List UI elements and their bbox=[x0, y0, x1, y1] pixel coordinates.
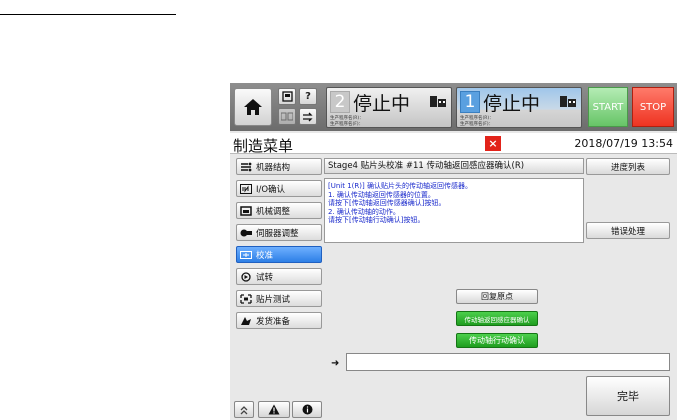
unit-info-icon bbox=[281, 112, 293, 121]
sidebar-item-label: 贴片测试 bbox=[256, 294, 291, 305]
sidebar-item-mechanical-adjust[interactable]: 机械调整 bbox=[236, 202, 322, 219]
command-arrow-icon: ➜ bbox=[331, 358, 340, 369]
step-header: Stage4 贴片头校准 #11 传动轴返回感应器确认(R) bbox=[324, 158, 584, 174]
unit2-program-r: 生产程序名(R)： bbox=[330, 116, 364, 121]
close-button[interactable]: × bbox=[485, 136, 501, 151]
feeder-icon bbox=[560, 96, 576, 107]
error-handling-button[interactable]: 错误处理 bbox=[586, 222, 670, 239]
unit1-program-r: 生产程序名(R)： bbox=[460, 116, 494, 121]
feeder-icon bbox=[430, 96, 446, 107]
io-icon bbox=[240, 183, 252, 194]
trial-run-icon bbox=[241, 271, 251, 282]
instruction-line: 2. 确认传动轴的动作。 bbox=[328, 207, 400, 216]
instruction-panel: [Unit 1(R)] 确认贴片头的传动轴返回传感器。 1. 确认传动轴返回传感… bbox=[324, 178, 584, 243]
app-window: ? 2 停止中 生产程序名(R)： 生产程序名(F)： 1 停止中 生产程序名(… bbox=[230, 83, 677, 420]
sidebar-item-label: 机器结构 bbox=[256, 162, 291, 173]
finish-button[interactable]: 完毕 bbox=[586, 376, 670, 416]
sidebar-menu: 机器结构 I/O确认 机械调整 伺服器调整 校准 试转 贴片测试 发货准备 bbox=[236, 158, 322, 334]
double-chevron-up-icon bbox=[240, 405, 248, 414]
warning-button[interactable] bbox=[258, 401, 290, 418]
return-origin-button[interactable]: 回复原点 bbox=[456, 289, 538, 304]
top-toolbar: ? 2 停止中 生产程序名(R)： 生产程序名(F)： 1 停止中 生产程序名(… bbox=[230, 83, 677, 131]
info-button[interactable] bbox=[292, 401, 322, 418]
info-icon bbox=[302, 404, 312, 415]
servo-icon bbox=[240, 229, 252, 236]
shaft-move-confirm-button[interactable]: 传动轴行动确认 bbox=[456, 333, 538, 348]
sidebar-item-machine-structure[interactable]: 机器结构 bbox=[236, 158, 322, 175]
sidebar-item-shipping-prep[interactable]: 发货准备 bbox=[236, 312, 322, 329]
transfer-icon bbox=[303, 112, 313, 121]
sidebar-item-label: 伺服器调整 bbox=[256, 228, 299, 239]
unit2-number: 2 bbox=[330, 91, 350, 113]
sidebar-item-label: 试转 bbox=[256, 272, 274, 283]
progress-list-button[interactable]: 进度列表 bbox=[586, 158, 670, 175]
sensor-confirm-button[interactable]: 传动轴返回感应器确认 bbox=[456, 311, 538, 326]
panel-switch-icon bbox=[281, 91, 293, 102]
sidebar-item-servo-adjust[interactable]: 伺服器调整 bbox=[236, 224, 322, 241]
collapse-button[interactable] bbox=[234, 401, 254, 418]
unit2-program-names: 生产程序名(R)： 生产程序名(F)： bbox=[330, 116, 364, 127]
unit1-status-text: 停止中 bbox=[483, 93, 541, 115]
unit2-status-panel[interactable]: 2 停止中 生产程序名(R)： 生产程序名(F)： bbox=[326, 87, 452, 128]
placement-test-icon bbox=[240, 293, 252, 304]
command-input[interactable] bbox=[346, 353, 670, 371]
page-title: 制造菜单 bbox=[233, 137, 294, 155]
unit1-status-panel[interactable]: 1 停止中 生产程序名(R)： 生产程序名(F)： bbox=[456, 87, 582, 128]
home-icon bbox=[244, 99, 262, 115]
sidebar-item-label: 机械调整 bbox=[256, 206, 291, 217]
unit-info-button[interactable] bbox=[278, 108, 296, 125]
instruction-line: 请按下[传动轴返回传感器确认]按钮。 bbox=[328, 199, 446, 207]
unit1-program-names: 生产程序名(R)： 生产程序名(F)： bbox=[460, 116, 494, 127]
panel-switch-button[interactable] bbox=[278, 88, 296, 105]
unit1-number: 1 bbox=[460, 91, 480, 113]
unit1-program-f: 生产程序名(F)： bbox=[460, 121, 494, 127]
calibration-icon bbox=[240, 250, 252, 259]
start-button[interactable]: START bbox=[588, 87, 628, 127]
instruction-line: 1. 确认传动轴返回传感器的位置。 bbox=[328, 190, 435, 199]
mechanical-adjust-icon bbox=[240, 205, 252, 216]
sidebar-item-label: 校准 bbox=[256, 250, 274, 261]
stop-button[interactable]: STOP bbox=[632, 87, 674, 127]
help-button[interactable]: ? bbox=[299, 88, 317, 105]
sidebar-item-label: 发货准备 bbox=[256, 316, 291, 327]
help-label: ? bbox=[305, 91, 311, 102]
sidebar-item-label: I/O确认 bbox=[256, 184, 286, 195]
unit2-program-f: 生产程序名(F)： bbox=[330, 121, 364, 127]
sidebar-item-placement-test[interactable]: 贴片测试 bbox=[236, 290, 322, 307]
home-button[interactable] bbox=[234, 88, 272, 126]
title-bar: 制造菜单 × 2018/07/19 13:54 bbox=[230, 133, 677, 155]
unit2-status-text: 停止中 bbox=[353, 93, 411, 115]
instruction-line: 请按下[传动轴行动确认]按钮。 bbox=[328, 216, 425, 224]
sidebar-item-io-check[interactable]: I/O确认 bbox=[236, 180, 322, 197]
sidebar-item-trial-run[interactable]: 试转 bbox=[236, 268, 322, 285]
datetime-display: 2018/07/19 13:54 bbox=[574, 137, 673, 150]
shipping-prep-icon bbox=[241, 316, 251, 325]
top-divider-line bbox=[0, 14, 176, 15]
warning-icon bbox=[268, 404, 280, 415]
transfer-button[interactable] bbox=[299, 108, 317, 125]
instruction-line: [Unit 1(R)] 确认贴片头的传动轴返回传感器。 bbox=[328, 182, 472, 190]
sidebar-item-calibration[interactable]: 校准 bbox=[236, 246, 322, 263]
machine-structure-icon bbox=[241, 162, 252, 171]
